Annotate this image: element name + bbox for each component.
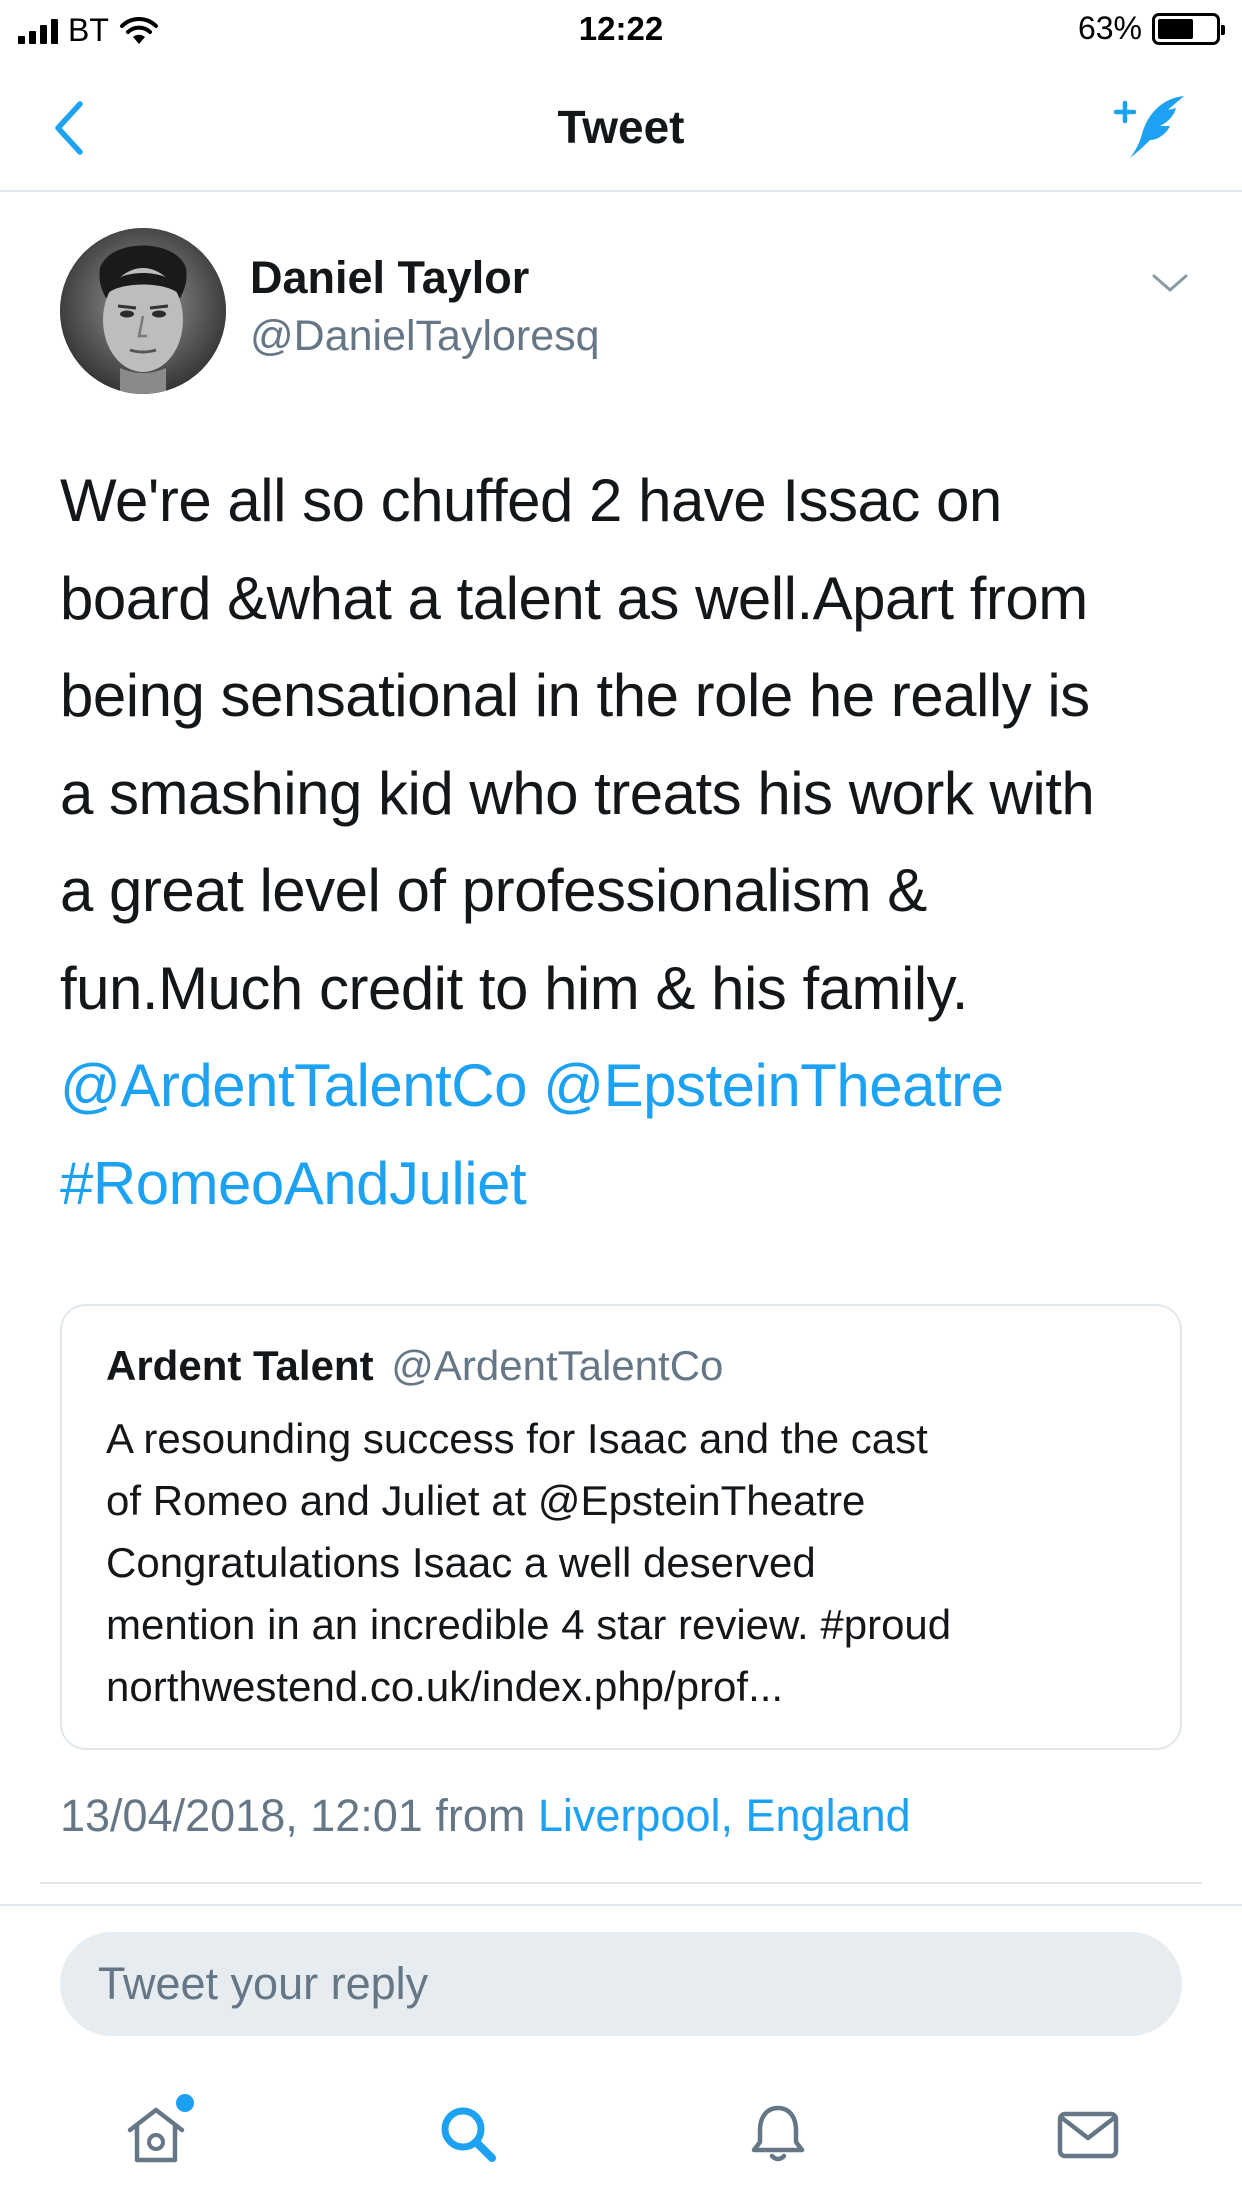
- tweet-text-line: board &what a talent as well.Apart from: [60, 564, 1088, 632]
- tweet-options-button[interactable]: [1150, 268, 1190, 298]
- divider: [0, 1904, 1242, 1906]
- tweet-text-line: being sensational in the role he really …: [60, 662, 1090, 729]
- tweet-text: We're all so chuffed 2 have Issac on boa…: [60, 452, 1190, 1232]
- status-bar: BT 12:22 63%: [0, 0, 1242, 62]
- author-name[interactable]: Daniel Taylor: [250, 252, 529, 304]
- battery-level-fill: [1158, 18, 1194, 39]
- author-avatar[interactable]: [60, 228, 226, 394]
- tweet-text-line: We're all so chuffed 2 have Issac on: [60, 467, 1002, 534]
- divider: [40, 1882, 1202, 1884]
- quoted-text-line: Congratulations Isaac a well deserved: [106, 1539, 816, 1586]
- tab-bar: [0, 2060, 1242, 2208]
- quoted-author-name: Ardent Talent: [106, 1342, 374, 1389]
- status-right: 63%: [1077, 10, 1225, 47]
- quoted-text-line: of Romeo and Juliet at @EpsteinTheatre: [106, 1477, 866, 1524]
- tweet-mentions-line: @ArdentTalentCo @EpsteinTheatre: [60, 1037, 1190, 1135]
- tab-messages[interactable]: [1052, 2098, 1124, 2170]
- status-time: 12:22: [578, 10, 664, 47]
- tweet-text-line: a great level of professionalism &: [60, 857, 927, 924]
- chevron-down-icon: [1152, 274, 1188, 292]
- mention-link-epsteintheatre[interactable]: @EpsteinTheatre: [543, 1052, 1004, 1119]
- quoted-author-handle: @ArdentTalentCo: [391, 1342, 724, 1389]
- quoted-text-line: A resounding success for Isaac and the c…: [106, 1415, 928, 1462]
- new-content-indicator: [176, 2094, 194, 2112]
- reply-input[interactable]: Tweet your reply: [60, 1932, 1182, 2036]
- quoted-tweet-text: A resounding success for Isaac and the c…: [106, 1408, 1136, 1718]
- hashtag-link-romeoandjuliet[interactable]: #RomeoAndJuliet: [60, 1150, 527, 1217]
- search-icon: [441, 2107, 496, 2162]
- quoted-text-line: mention in an incredible 4 star review. …: [106, 1601, 952, 1648]
- battery-icon: [1152, 12, 1225, 45]
- tweet-text-line: a smashing kid who treats his work with: [60, 759, 1095, 827]
- navigation-bar: Tweet: [0, 62, 1242, 192]
- tweet-hashtag-line: #RomeoAndJuliet: [60, 1135, 1190, 1233]
- page-title: Tweet: [557, 101, 685, 153]
- tweet-meta: 13/04/2018, 12:01 from Liverpool, Englan…: [60, 1790, 911, 1842]
- mention-link-ardenttalentco[interactable]: @ArdentTalentCo: [60, 1052, 528, 1119]
- compose-tweet-button[interactable]: [1112, 90, 1192, 162]
- quoted-tweet-card[interactable]: Ardent Talent @ArdentTalentCo A resoundi…: [60, 1304, 1182, 1750]
- tweet-timestamp: 13/04/2018, 12:01: [60, 1790, 423, 1841]
- tab-search[interactable]: [432, 2098, 504, 2170]
- tweet-location-link[interactable]: Liverpool, England: [538, 1790, 911, 1841]
- quoted-text-line: northwestend.co.uk/index.php/prof...: [106, 1663, 784, 1710]
- avatar-image: [60, 228, 226, 394]
- compose-tweet-icon: [1113, 96, 1184, 158]
- quoted-tweet-header: Ardent Talent @ArdentTalentCo: [106, 1342, 1136, 1390]
- tweet-text-line: fun.Much credit to him & his family.: [60, 954, 968, 1022]
- reply-placeholder: Tweet your reply: [98, 1958, 429, 2009]
- tab-notifications[interactable]: [742, 2098, 814, 2170]
- battery-percent: 63%: [1077, 10, 1142, 46]
- tweet-from-label: from: [435, 1790, 526, 1841]
- author-handle[interactable]: @DanielTayloresq: [250, 312, 600, 361]
- messages-envelope-icon: [1057, 2111, 1119, 2159]
- notifications-bell-icon: [751, 2105, 805, 2162]
- tab-home[interactable]: [120, 2094, 194, 2170]
